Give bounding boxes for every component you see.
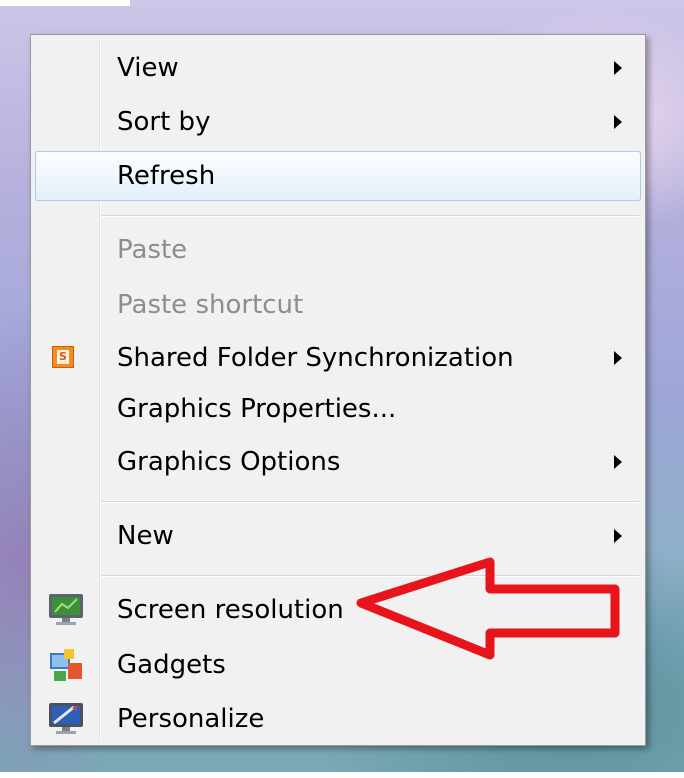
submenu-arrow-icon xyxy=(614,529,622,543)
menu-separator xyxy=(101,215,639,217)
menu-item-label: Shared Folder Synchronization xyxy=(117,343,514,373)
menu-item-label: View xyxy=(117,53,179,83)
submenu-arrow-icon xyxy=(614,351,622,365)
menu-item-label: New xyxy=(117,521,174,551)
menu-item-label: Graphics Options xyxy=(117,447,341,477)
menu-item-refresh[interactable]: Refresh xyxy=(35,151,641,201)
menu-item-label: Gadgets xyxy=(117,650,226,680)
menu-item-label: Refresh xyxy=(117,161,216,191)
screenshot-border-top xyxy=(0,0,130,6)
submenu-arrow-icon xyxy=(614,455,622,469)
menu-item-label: Personalize xyxy=(117,704,265,734)
menu-item-paste-shortcut[interactable]: Paste shortcut xyxy=(35,280,641,330)
submenu-arrow-icon xyxy=(614,61,622,75)
menu-item-label: Graphics Properties... xyxy=(117,394,397,424)
menu-item-label: Paste shortcut xyxy=(117,290,304,320)
shared-folder-sync-icon-letter: S xyxy=(57,350,69,364)
menu-item-new[interactable]: New xyxy=(35,511,641,561)
menu-item-view[interactable]: View xyxy=(35,43,641,93)
menu-item-screen-resolution[interactable]: Screen resolution xyxy=(35,585,641,635)
shared-folder-sync-icon: S xyxy=(52,346,74,368)
menu-separator xyxy=(101,575,639,577)
menu-item-label: Sort by xyxy=(117,107,211,137)
menu-item-label: Paste xyxy=(117,235,188,265)
menu-item-shared-folder-sync[interactable]: S Shared Folder Synchronization xyxy=(35,333,641,383)
menu-item-sort-by[interactable]: Sort by xyxy=(35,97,641,147)
menu-item-graphics-options[interactable]: Graphics Options xyxy=(35,437,641,487)
screenshot-border-bottom xyxy=(0,772,684,778)
menu-separator xyxy=(101,501,639,503)
desktop-context-menu: View Sort by Refresh Paste Paste shortcu… xyxy=(30,34,646,746)
menu-item-paste[interactable]: Paste xyxy=(35,225,641,275)
submenu-arrow-icon xyxy=(614,115,622,129)
menu-item-personalize[interactable]: Personalize xyxy=(35,694,641,744)
monitor-icon xyxy=(49,594,83,625)
menu-item-graphics-properties[interactable]: Graphics Properties... xyxy=(35,384,641,434)
menu-item-label: Screen resolution xyxy=(117,595,344,625)
gadgets-icon xyxy=(50,649,82,681)
personalize-icon xyxy=(49,703,83,734)
menu-item-gadgets[interactable]: Gadgets xyxy=(35,640,641,690)
